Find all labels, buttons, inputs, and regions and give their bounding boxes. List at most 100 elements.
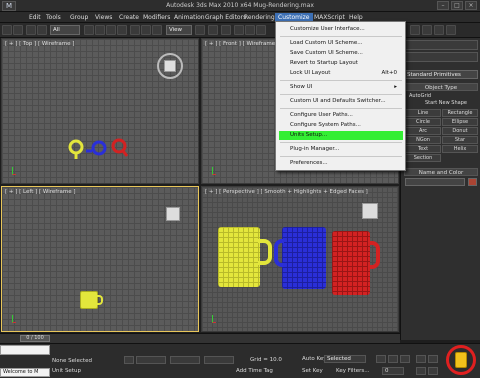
menu-rendering[interactable]: Rendering xyxy=(241,13,278,22)
viewport-top[interactable]: [ + ] [ Top ] [ Wireframe ] xyxy=(1,38,199,184)
render-production-icon[interactable] xyxy=(446,25,456,35)
select-and-scale-icon[interactable] xyxy=(152,25,162,35)
selection-filter-dropdown[interactable]: All xyxy=(50,25,80,35)
percent-snap-icon[interactable] xyxy=(256,25,266,35)
select-object-icon[interactable] xyxy=(84,25,94,35)
time-slider[interactable]: 0 / 100 xyxy=(0,333,400,343)
select-and-manipulate-icon[interactable] xyxy=(208,25,218,35)
menu-modifiers[interactable]: Modifiers xyxy=(140,13,173,22)
menu-item-revert-startup-layout[interactable]: Revert to Startup Layout xyxy=(279,59,403,68)
menu-item-save-ui-scheme[interactable]: Save Custom UI Scheme... xyxy=(279,49,403,58)
axis-tripod-icon xyxy=(12,167,16,175)
rectangle-button[interactable]: Rectangle xyxy=(442,109,478,117)
ngon-button[interactable]: NGon xyxy=(405,136,441,144)
primitive-type-dropdown[interactable]: Standard Primitives xyxy=(404,70,478,79)
menu-item-customize-ui[interactable]: Customize User Interface... xyxy=(279,25,403,34)
minimize-button[interactable]: – xyxy=(437,1,449,10)
helix-button[interactable]: Helix xyxy=(442,145,478,153)
orbit-icon[interactable] xyxy=(428,367,438,375)
line-button[interactable]: Line xyxy=(405,109,441,117)
key-mode-dropdown[interactable]: Selected xyxy=(324,355,366,363)
viewport-label-left[interactable]: [ + ] [ Left ] [ Wireframe ] xyxy=(5,189,76,195)
go-to-start-icon[interactable] xyxy=(376,355,386,363)
command-panel-tabs[interactable] xyxy=(404,40,478,50)
viewport-label-front[interactable]: [ + ] [ Front ] [ Wireframe ] xyxy=(205,41,279,47)
menu-item-load-ui-scheme[interactable]: Load Custom UI Scheme... xyxy=(279,39,403,48)
go-to-end-icon[interactable] xyxy=(400,355,410,363)
menu-item-configure-system-paths[interactable]: Configure System Paths... xyxy=(279,121,403,130)
angle-snap-icon[interactable] xyxy=(245,25,255,35)
menu-item-show-ui[interactable]: Show UI ▸ xyxy=(279,83,403,92)
viewcube-icon[interactable] xyxy=(164,60,176,72)
viewport-label-perspective[interactable]: [ + ] [ Perspective ] [ Smooth + Highlig… xyxy=(205,189,368,195)
viewport-left[interactable]: [ + ] [ Left ] [ Wireframe ] xyxy=(1,186,199,332)
zoom-icon[interactable] xyxy=(416,355,426,363)
blue-mug xyxy=(282,227,326,289)
object-type-rollout[interactable]: Object Type xyxy=(404,83,478,91)
rectangular-selection-icon[interactable] xyxy=(106,25,116,35)
app-logo-icon[interactable]: M xyxy=(2,1,16,11)
play-icon[interactable] xyxy=(388,355,398,363)
render-setup-icon[interactable] xyxy=(422,25,432,35)
current-frame-field[interactable]: 0 xyxy=(382,367,404,375)
undo-icon[interactable] xyxy=(2,25,12,35)
star-button[interactable]: Star xyxy=(442,136,478,144)
select-and-rotate-icon[interactable] xyxy=(141,25,151,35)
unlink-icon[interactable] xyxy=(37,25,47,35)
object-name-field[interactable] xyxy=(405,178,465,186)
link-icon[interactable] xyxy=(26,25,36,35)
menu-group[interactable]: Group xyxy=(67,13,91,22)
zoom-all-icon[interactable] xyxy=(428,355,438,363)
y-coordinate-field[interactable] xyxy=(170,356,200,364)
menu-tools[interactable]: Tools xyxy=(43,13,64,22)
set-key-button[interactable]: Set Key xyxy=(302,368,323,374)
close-button[interactable]: × xyxy=(465,1,477,10)
menu-item-plugin-manager[interactable]: Plug-in Manager... xyxy=(279,145,403,154)
menu-create[interactable]: Create xyxy=(116,13,142,22)
pivot-center-icon[interactable] xyxy=(195,25,205,35)
menu-edit[interactable]: Edit xyxy=(26,13,44,22)
start-new-shape-checkbox[interactable]: Start New Shape xyxy=(425,100,467,106)
ellipse-button[interactable]: Ellipse xyxy=(442,118,478,126)
menu-item-lock-ui-layout[interactable]: Lock UI Layout Alt+0 xyxy=(279,69,403,78)
menu-item-units-setup[interactable]: Units Setup... xyxy=(279,131,403,140)
lock-selection-icon[interactable] xyxy=(124,356,134,364)
maximize-viewport-toggle-icon[interactable] xyxy=(455,352,467,368)
select-and-move-icon[interactable] xyxy=(130,25,140,35)
menu-item-custom-ui-defaults-switcher[interactable]: Custom UI and Defaults Switcher... xyxy=(279,97,403,106)
rendered-frame-window-icon[interactable] xyxy=(434,25,444,35)
donut-button[interactable]: Donut xyxy=(442,127,478,135)
x-coordinate-field[interactable] xyxy=(136,356,166,364)
autogrid-checkbox[interactable]: AutoGrid xyxy=(409,93,431,99)
time-slider-thumb[interactable]: 0 / 100 xyxy=(20,335,50,342)
menu-views[interactable]: Views xyxy=(92,13,115,22)
arc-button[interactable]: Arc xyxy=(405,127,441,135)
viewcube-icon[interactable] xyxy=(362,203,378,219)
select-by-name-icon[interactable] xyxy=(95,25,105,35)
viewcube-icon[interactable] xyxy=(166,207,180,221)
object-color-swatch[interactable] xyxy=(468,178,477,186)
viewport-label-top[interactable]: [ + ] [ Top ] [ Wireframe ] xyxy=(5,41,74,47)
window-crossing-icon[interactable] xyxy=(117,25,127,35)
keyboard-shortcut-override-icon[interactable] xyxy=(221,25,231,35)
reference-coordinate-dropdown[interactable]: View xyxy=(166,25,192,35)
red-mug-handle xyxy=(368,241,380,269)
add-time-tag-button[interactable]: Add Time Tag xyxy=(236,368,273,374)
material-editor-icon[interactable] xyxy=(410,25,420,35)
maximize-button[interactable]: □ xyxy=(451,1,463,10)
maxscript-prompt[interactable]: Welcome to M xyxy=(0,368,50,377)
circle-button[interactable]: Circle xyxy=(405,118,441,126)
section-button[interactable]: Section xyxy=(405,154,441,162)
menu-item-preferences[interactable]: Preferences... xyxy=(279,159,403,168)
viewport-perspective[interactable]: [ + ] [ Perspective ] [ Smooth + Highlig… xyxy=(201,186,399,332)
redo-icon[interactable] xyxy=(13,25,23,35)
name-and-color-rollout[interactable]: Name and Color xyxy=(404,168,478,176)
text-button[interactable]: Text xyxy=(405,145,441,153)
create-category-icons[interactable] xyxy=(404,52,478,62)
key-filters-button[interactable]: Key Filters... xyxy=(336,368,369,374)
snaps-toggle-icon[interactable] xyxy=(234,25,244,35)
menu-item-configure-user-paths[interactable]: Configure User Paths... xyxy=(279,111,403,120)
pan-icon[interactable] xyxy=(416,367,426,375)
maxscript-listener-mini[interactable] xyxy=(0,345,50,355)
z-coordinate-field[interactable] xyxy=(204,356,234,364)
